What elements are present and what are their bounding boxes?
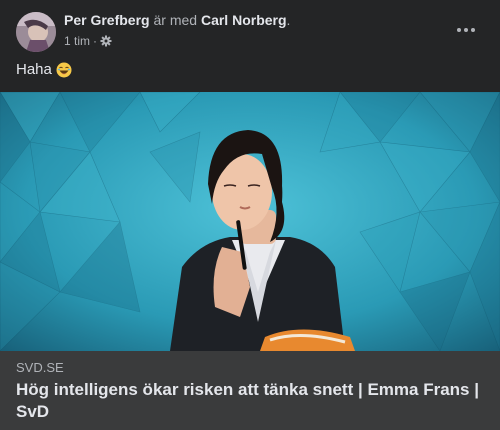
more-icon-dot	[464, 28, 468, 32]
more-icon-dot	[457, 28, 461, 32]
post-header: Per Grefberg är med Carl Norberg. 1 tim …	[0, 0, 500, 60]
post-time[interactable]: 1 tim	[64, 34, 90, 48]
meta-separator: ·	[93, 34, 98, 48]
link-preview-card[interactable]: SVD.SE Hög intelligens ökar risken att t…	[0, 92, 500, 430]
more-icon-dot	[471, 28, 475, 32]
author-line: Per Grefberg är med Carl Norberg.	[64, 12, 290, 29]
gear-icon[interactable]	[100, 35, 112, 47]
more-options-button[interactable]	[448, 20, 484, 40]
link-domain: SVD.SE	[16, 360, 64, 375]
author-name[interactable]: Per Grefberg	[64, 12, 150, 28]
article-image[interactable]	[0, 92, 500, 351]
post-body: Haha	[16, 61, 52, 78]
post-text: Haha	[16, 60, 72, 80]
author-avatar[interactable]	[16, 12, 56, 52]
with-text: är med	[153, 12, 198, 28]
laughing-emoji-icon	[56, 62, 72, 78]
link-title[interactable]: Hög intelligens ökar risken att tänka sn…	[16, 379, 486, 423]
link-preview-info[interactable]: SVD.SE Hög intelligens ökar risken att t…	[0, 351, 500, 430]
tagged-name[interactable]: Carl Norberg	[201, 12, 287, 28]
post-meta: 1 tim ·	[64, 34, 112, 48]
author-line-period: .	[286, 12, 291, 28]
